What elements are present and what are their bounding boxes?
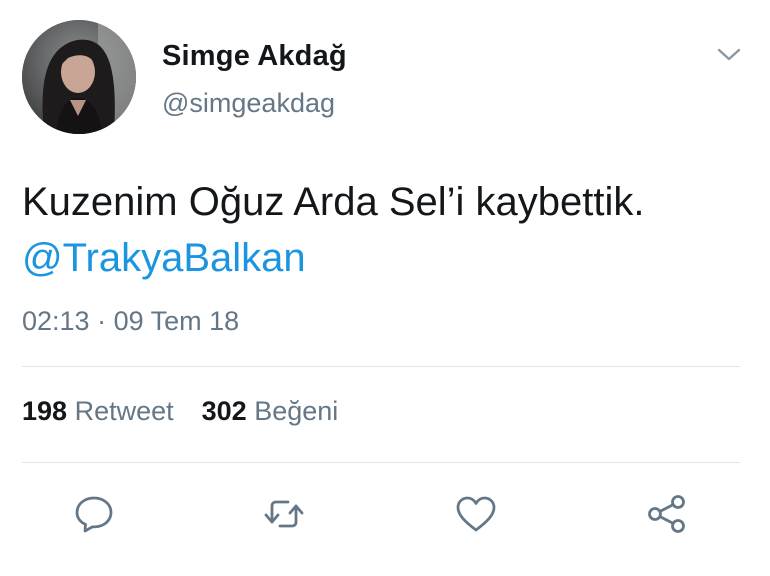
heart-icon[interactable] xyxy=(454,492,498,536)
share-icon[interactable] xyxy=(645,492,689,536)
retweets-stat[interactable]: 198 Retweet xyxy=(22,396,174,426)
retweets-label: Retweet xyxy=(74,396,174,426)
chevron-down-icon[interactable] xyxy=(716,46,742,64)
tweet-timestamp[interactable]: 02:13 · 09 Tem 18 xyxy=(22,306,239,337)
tweet-stats: 198 Retweet 302 Beğeni xyxy=(22,396,338,427)
divider xyxy=(22,462,740,463)
likes-stat[interactable]: 302 Beğeni xyxy=(202,396,339,426)
tweet-card: Simge Akdağ @simgeakdag Kuzenim Oğuz Ard… xyxy=(0,0,770,576)
likes-label: Beğeni xyxy=(254,396,339,426)
divider xyxy=(22,366,740,367)
tweet-body: Kuzenim Oğuz Arda Sel’i kaybettik. @Trak… xyxy=(22,174,645,286)
likes-count: 302 xyxy=(201,396,247,426)
user-handle[interactable]: @simgeakdag xyxy=(162,88,335,119)
user-name[interactable]: Simge Akdağ xyxy=(162,40,347,73)
reply-icon[interactable] xyxy=(72,492,116,536)
meta-separator: · xyxy=(97,306,107,336)
tweet-time: 02:13 xyxy=(22,306,90,336)
retweets-count: 198 xyxy=(22,396,68,426)
tweet-text: Kuzenim Oğuz Arda Sel’i kaybettik. xyxy=(22,180,645,224)
retweet-icon[interactable] xyxy=(262,492,306,536)
avatar[interactable] xyxy=(22,20,136,134)
mention-link[interactable]: @TrakyaBalkan xyxy=(22,236,306,280)
tweet-date: 09 Tem 18 xyxy=(113,306,240,336)
